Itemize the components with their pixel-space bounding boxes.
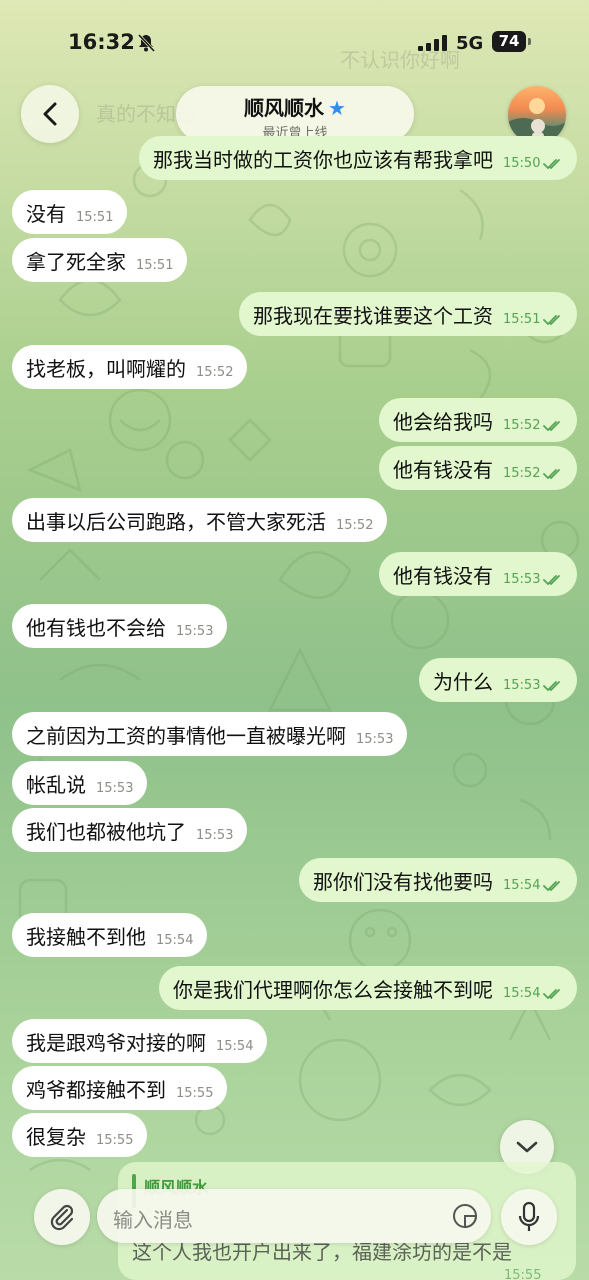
read-checkmark-icon <box>543 567 563 591</box>
message-text: 拿了死全家 <box>26 249 126 274</box>
message-time: 15:50 <box>503 155 541 171</box>
incoming-message[interactable]: 出事以后公司跑路，不管大家死活 15:52 <box>12 498 388 542</box>
chat-name: 顺风顺水 <box>244 96 325 120</box>
message-text: 为什么 <box>433 669 493 694</box>
outgoing-message[interactable]: 那你们没有找他要吗 15:54 <box>299 858 578 902</box>
message-text: 很复杂 <box>26 1124 86 1149</box>
message-text: 他有钱没有 <box>393 457 493 482</box>
message-time: 15:52 <box>503 417 541 433</box>
message-text: 那你们没有找他要吗 <box>313 869 493 894</box>
paperclip-icon <box>50 1204 74 1231</box>
message-text: 他有钱也不会给 <box>26 615 166 640</box>
back-button[interactable] <box>21 85 79 143</box>
read-checkmark-icon <box>543 981 563 1005</box>
incoming-message[interactable]: 鸡爷都接触不到 15:55 <box>12 1066 228 1110</box>
outgoing-message[interactable]: 他有钱没有 15:53 <box>379 552 578 596</box>
star-icon: ★ <box>328 96 346 120</box>
message-time: 15:52 <box>196 364 234 380</box>
chat-title[interactable]: 顺风顺水 ★ 最近曾上线 <box>176 86 414 142</box>
chevron-down-icon <box>516 1141 538 1153</box>
message-time: 15:55 <box>504 1268 542 1280</box>
outgoing-message[interactable]: 他会给我吗 15:52 <box>379 398 578 442</box>
message-text: 鸡爷都接触不到 <box>26 1077 166 1102</box>
incoming-message[interactable]: 他有钱也不会给 15:53 <box>12 604 228 648</box>
message-time: 15:52 <box>503 465 541 481</box>
message-text: 之前因为工资的事情他一直被曝光啊 <box>26 723 346 748</box>
incoming-message[interactable]: 我接触不到他 15:54 <box>12 913 208 957</box>
status-bar: 16:32 5G 74 <box>0 0 589 84</box>
incoming-message[interactable]: 帐乱说 15:53 <box>12 761 148 805</box>
message-time: 15:51 <box>136 257 174 273</box>
message-text: 我们也都被他坑了 <box>26 819 186 844</box>
message-time: 15:53 <box>196 827 234 843</box>
outgoing-message[interactable]: 他有钱没有 15:52 <box>379 446 578 490</box>
chevron-left-icon <box>43 102 57 126</box>
message-time: 15:54 <box>503 985 541 1001</box>
message-input[interactable]: 输入消息 <box>97 1189 491 1243</box>
message-time: 15:51 <box>503 311 541 327</box>
read-checkmark-icon <box>543 873 563 897</box>
message-text: 他有钱没有 <box>393 563 493 588</box>
message-time: 15:53 <box>96 780 134 796</box>
incoming-message[interactable]: 之前因为工资的事情他一直被曝光啊 15:53 <box>12 712 408 756</box>
read-checkmark-icon <box>543 151 563 175</box>
read-checkmark-icon <box>543 673 563 697</box>
status-time: 16:32 <box>68 30 135 54</box>
message-time: 15:53 <box>176 623 214 639</box>
message-time: 15:53 <box>503 677 541 693</box>
message-time: 15:54 <box>503 877 541 893</box>
message-text: 那我现在要找谁要这个工资 <box>253 303 493 328</box>
message-text: 那我当时做的工资你也应该有帮我拿吧 <box>153 147 493 172</box>
message-time: 15:51 <box>76 209 114 225</box>
battery-level: 74 <box>492 31 526 52</box>
chat-name-row: 顺风顺水 ★ <box>176 92 414 121</box>
microphone-button[interactable] <box>501 1189 557 1245</box>
microphone-icon <box>518 1201 540 1231</box>
message-time: 15:54 <box>216 1038 254 1054</box>
read-checkmark-icon <box>543 461 563 485</box>
sticker-icon[interactable] <box>451 1202 479 1230</box>
message-time: 15:54 <box>156 932 194 948</box>
outgoing-message[interactable]: 你是我们代理啊你怎么会接触不到呢 15:54 <box>159 966 578 1010</box>
message-text: 出事以后公司跑路，不管大家死活 <box>26 509 326 534</box>
incoming-message[interactable]: 没有 15:51 <box>12 190 128 234</box>
message-text: 他会给我吗 <box>393 409 493 434</box>
message-time: 15:52 <box>336 517 374 533</box>
outgoing-message[interactable]: 那我当时做的工资你也应该有帮我拿吧 15:50 <box>139 136 578 180</box>
message-text: 没有 <box>26 201 66 226</box>
message-text: 你是我们代理啊你怎么会接触不到呢 <box>173 977 493 1002</box>
battery-nub <box>528 38 531 45</box>
message-input-placeholder: 输入消息 <box>113 1208 193 1232</box>
message-time: 15:53 <box>356 731 394 747</box>
message-time: 15:55 <box>176 1085 214 1101</box>
incoming-message[interactable]: 拿了死全家 15:51 <box>12 238 188 282</box>
attach-button[interactable] <box>34 1189 90 1245</box>
incoming-message[interactable]: 我是跟鸡爷对接的啊 15:54 <box>12 1019 268 1063</box>
message-text: 帐乱说 <box>26 772 86 797</box>
message-time: 15:53 <box>503 571 541 587</box>
incoming-message[interactable]: 我们也都被他坑了 15:53 <box>12 808 248 852</box>
ghost-message: 不认识你好啊 <box>340 48 460 72</box>
incoming-message[interactable]: 很复杂 15:55 <box>12 1113 148 1157</box>
read-checkmark-icon <box>543 307 563 331</box>
incoming-message[interactable]: 找老板，叫啊耀的 15:52 <box>12 345 248 389</box>
outgoing-message[interactable]: 为什么 15:53 <box>419 658 578 702</box>
message-text: 找老板，叫啊耀的 <box>26 356 186 381</box>
network-type: 5G <box>456 33 484 54</box>
message-time: 15:55 <box>96 1132 134 1148</box>
message-text: 我接触不到他 <box>26 924 146 949</box>
bell-muted-icon <box>137 33 156 53</box>
message-text: 我是跟鸡爷对接的啊 <box>26 1030 206 1055</box>
outgoing-message[interactable]: 那我现在要找谁要这个工资 15:51 <box>239 292 578 336</box>
read-checkmark-icon <box>543 413 563 437</box>
